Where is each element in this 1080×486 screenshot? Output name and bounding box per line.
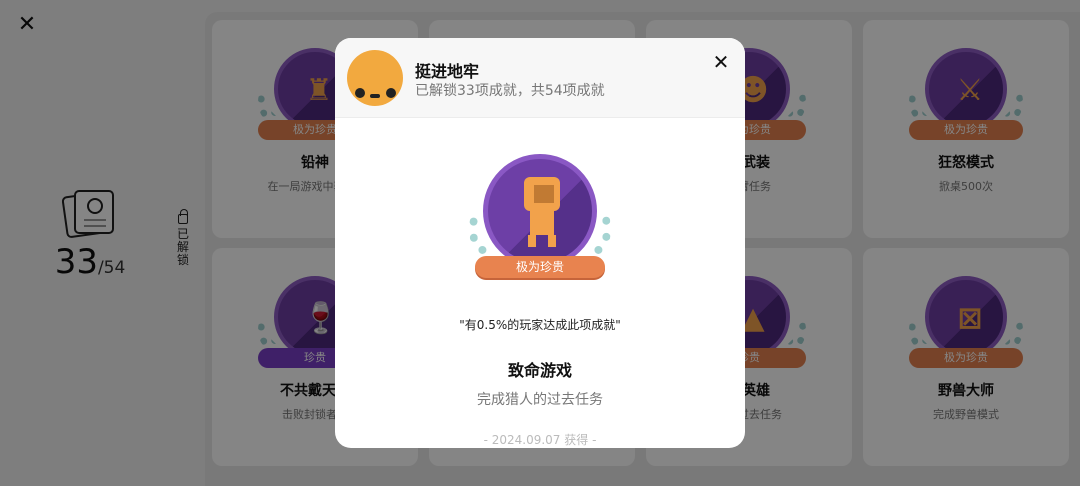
rarity-ribbon: 极为珍贵 (475, 256, 605, 278)
achievement-detail-modal: 挺进地牢 已解锁33项成就，共54项成就 ✕ 极为珍贵 "有0.5%的玩家达成此… (335, 38, 745, 448)
achievement-description: 完成猎人的过去任务 (477, 392, 603, 408)
unlock-date: - 2024.09.07 获得 - (483, 433, 597, 447)
rarity-percentage: "有0.5%的玩家达成此项成就" (459, 318, 621, 332)
close-icon[interactable]: ✕ (711, 52, 731, 72)
achievement-title: 致命游戏 (507, 361, 572, 380)
achievement-progress: 已解锁33项成就，共54项成就 (415, 83, 605, 99)
achievement-medal-icon: 极为珍贵 (465, 154, 615, 284)
game-title: 挺进地牢 (415, 62, 480, 81)
modal-header: 挺进地牢 已解锁33项成就，共54项成就 ✕ (335, 38, 745, 118)
game-avatar (347, 50, 403, 106)
